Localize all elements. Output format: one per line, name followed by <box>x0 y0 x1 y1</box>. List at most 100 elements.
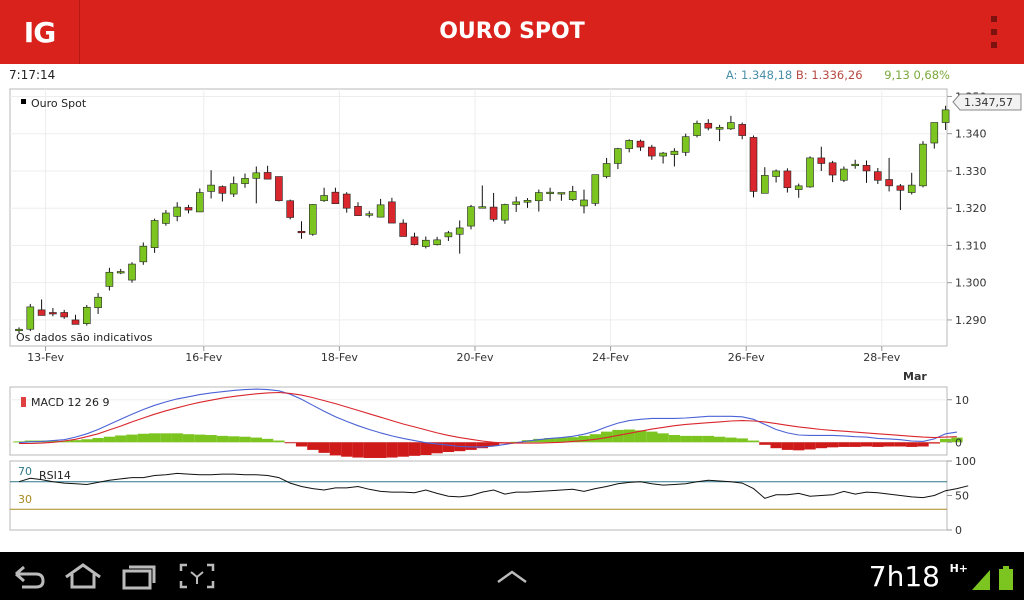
rsi-tick-label: 100 <box>955 455 976 468</box>
macd-histogram-bar <box>295 442 308 447</box>
macd-histogram-bar <box>92 438 104 443</box>
candle-body <box>806 157 814 188</box>
candle-body <box>523 200 532 203</box>
recent-apps-icon[interactable] <box>118 560 160 592</box>
candle-body <box>116 271 125 274</box>
candle-body <box>376 204 385 218</box>
candle-body <box>636 140 645 148</box>
macd-legend-marker <box>21 397 26 407</box>
macd-histogram-bar <box>747 440 760 443</box>
macd-histogram-bar <box>352 442 364 458</box>
candle-body <box>896 185 905 191</box>
candle-body <box>71 319 80 325</box>
candle <box>467 204 475 230</box>
y-tick-label: 1.310 <box>955 239 987 252</box>
macd-histogram-bar <box>284 442 296 444</box>
candle-body <box>444 232 453 238</box>
chevron-up-icon[interactable] <box>492 560 532 592</box>
macd-histogram-bar <box>329 442 342 456</box>
macd-histogram-bar <box>940 438 952 443</box>
disclaimer: Os dados são indicativos <box>16 331 153 344</box>
macd-histogram-bar <box>928 442 940 444</box>
candle-body <box>105 271 114 287</box>
candle-body <box>399 222 408 237</box>
macd-histogram-bar <box>465 442 477 450</box>
y-tick-label: 1.300 <box>955 277 987 290</box>
candle-body <box>783 170 792 189</box>
macd-histogram-bar <box>804 442 816 450</box>
macd-histogram-bar <box>375 442 387 458</box>
macd-histogram-bar <box>838 442 850 447</box>
candle-body <box>557 192 566 195</box>
candle-body <box>275 176 283 202</box>
chart-area[interactable]: Ouro Spot Os dados são indicativos 1.350… <box>0 0 1024 552</box>
x-tick-label: 20-Fev <box>457 351 494 364</box>
chart-legend: Ouro Spot <box>31 97 87 110</box>
candle-body <box>647 146 656 157</box>
candle-body <box>670 150 679 155</box>
home-icon[interactable] <box>62 560 104 592</box>
macd-tick-label: 10 <box>955 394 969 407</box>
candle-body <box>342 193 351 209</box>
signal-strength-icon <box>972 570 990 590</box>
macd-histogram-bar <box>917 442 929 447</box>
macd-histogram-bar <box>408 442 421 456</box>
macd-histogram-bar <box>759 442 771 445</box>
macd-histogram-bar <box>680 435 692 443</box>
macd-histogram-bar <box>420 442 432 455</box>
candle <box>308 204 317 236</box>
candle <box>275 176 283 202</box>
macd-histogram-bar <box>239 436 251 443</box>
candle-body <box>196 192 204 213</box>
candle-body <box>885 179 893 187</box>
x-tick-label: 13-Fev <box>27 351 64 364</box>
macd-histogram-bar <box>894 442 907 447</box>
candle-body <box>252 172 261 179</box>
candle <box>128 262 136 283</box>
candle-body <box>907 184 916 193</box>
candle-body <box>478 206 487 209</box>
candle-body <box>467 206 475 227</box>
candle-body <box>297 230 306 234</box>
candle-body <box>828 162 837 176</box>
rsi-label: RSI14 <box>39 469 71 482</box>
candle-body <box>614 148 622 164</box>
month-label: Mar <box>903 370 927 383</box>
screenshot-icon[interactable] <box>176 560 218 592</box>
macd-histogram-bar <box>205 435 217 443</box>
candle-body <box>738 124 747 136</box>
candle-body <box>354 206 362 216</box>
candle-body <box>455 227 464 235</box>
candle <box>806 156 814 188</box>
price-y-axis: 1.3501.3401.3301.3201.3101.3001.290 <box>947 90 987 327</box>
macd-histogram-bar <box>781 442 794 450</box>
macd-histogram-bar <box>250 437 262 443</box>
candle-body <box>184 207 193 211</box>
candle-body <box>263 172 272 180</box>
candle-body <box>49 312 57 315</box>
candle <box>693 120 701 138</box>
candle-body <box>331 191 340 205</box>
macd-tick-label: 0 <box>955 436 962 449</box>
back-icon[interactable] <box>8 560 48 592</box>
price-chart-frame <box>9 88 948 347</box>
macd-histogram-bar <box>691 435 703 443</box>
candle-body <box>760 175 769 194</box>
macd-histogram-bar <box>827 442 839 448</box>
candle-body <box>150 220 159 248</box>
candle <box>26 303 35 332</box>
candle-body <box>218 186 227 194</box>
macd-histogram-bar <box>657 433 669 443</box>
candle-body <box>173 206 181 217</box>
macd-histogram-bar <box>668 435 681 443</box>
macd-histogram-bar <box>69 440 82 443</box>
macd-histogram-bar <box>160 433 172 443</box>
y-tick-label: 1.340 <box>955 128 987 141</box>
candle-body <box>681 136 690 153</box>
macd-histogram-bar <box>702 435 714 443</box>
candle-body <box>37 309 46 316</box>
macd-histogram-bar <box>386 442 398 458</box>
candle-body <box>873 171 882 181</box>
macd-histogram-bar <box>883 442 895 447</box>
macd-histogram-bar <box>397 442 409 457</box>
